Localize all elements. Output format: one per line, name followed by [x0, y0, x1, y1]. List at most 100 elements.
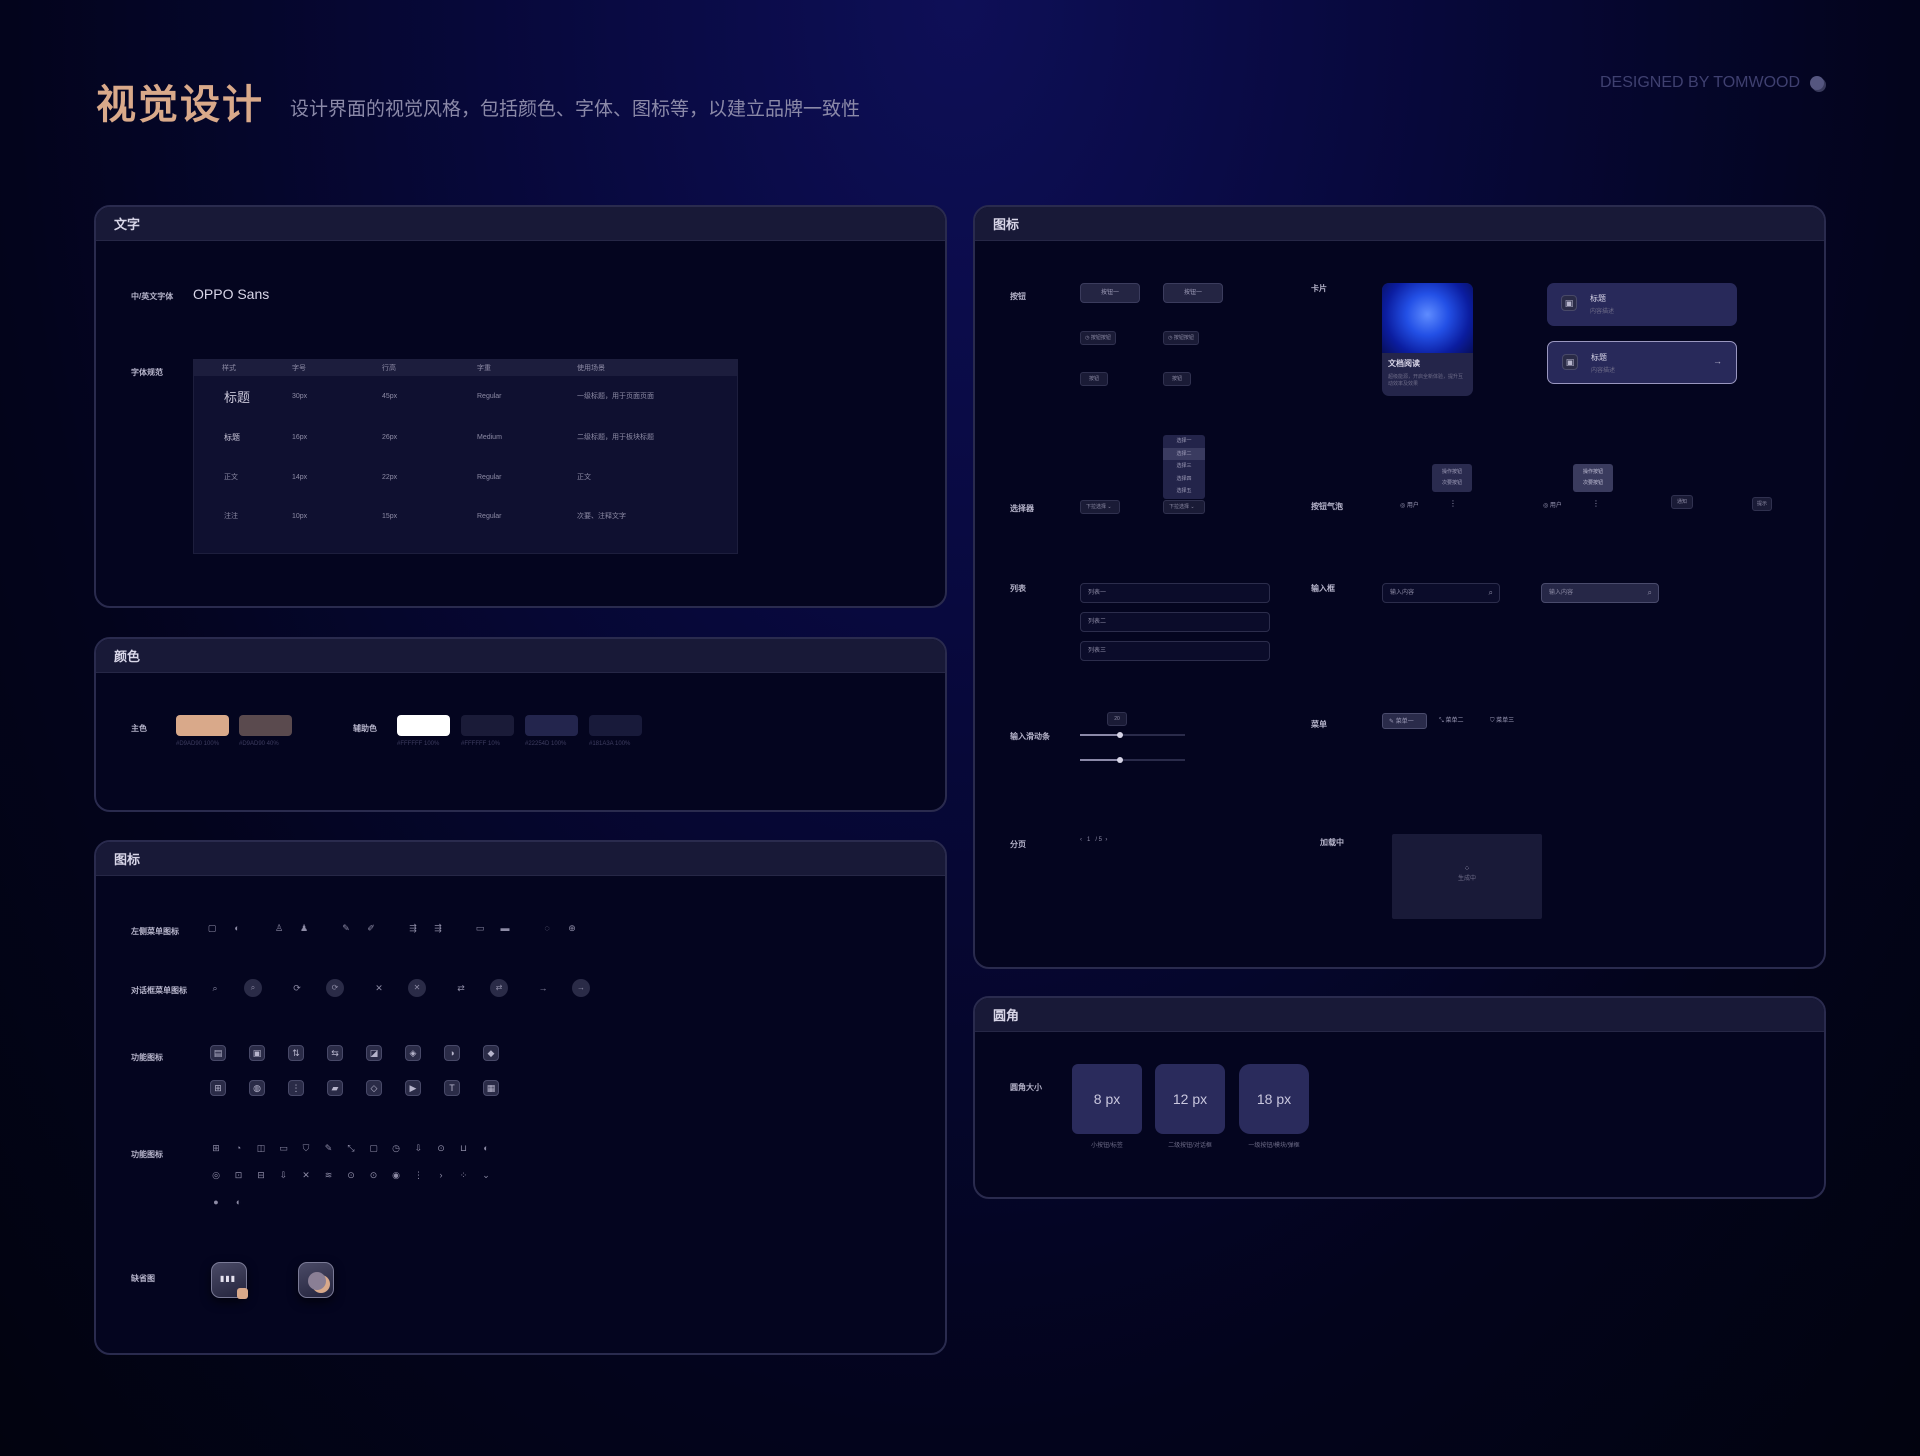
- small-icon[interactable]: ⛉: [300, 1142, 312, 1154]
- popover-item[interactable]: 次要按钮: [1432, 475, 1472, 486]
- function-icon[interactable]: ◈: [405, 1045, 421, 1061]
- small-icon[interactable]: ✎: [323, 1142, 335, 1154]
- dialog-icon[interactable]: ⇄: [455, 982, 467, 994]
- function-icon[interactable]: ▦: [483, 1080, 499, 1096]
- small-icon[interactable]: ⊙: [345, 1169, 357, 1181]
- small-icon[interactable]: ◫: [255, 1142, 267, 1154]
- small-icon[interactable]: ◐: [233, 1196, 245, 1208]
- small-icon[interactable]: ◉: [390, 1169, 402, 1181]
- select-input-open[interactable]: 下拉选择 ⌄: [1163, 500, 1205, 514]
- function-icon[interactable]: T: [444, 1080, 460, 1096]
- icon-button[interactable]: ◷ 按钮按钮: [1080, 331, 1116, 345]
- function-icon[interactable]: ◍: [249, 1080, 265, 1096]
- list-item[interactable]: 列表一: [1080, 583, 1270, 603]
- tooltip-button-2[interactable]: 提示: [1752, 497, 1772, 511]
- select-option[interactable]: 选择一: [1163, 435, 1205, 448]
- small-icon[interactable]: ⋮: [413, 1169, 425, 1181]
- more-icon[interactable]: ⋮: [1449, 499, 1457, 508]
- popover-item[interactable]: 次要按钮: [1573, 475, 1613, 486]
- function-icon[interactable]: ▰: [327, 1080, 343, 1096]
- list-card[interactable]: ▣ 标题 内容描述: [1547, 283, 1737, 326]
- slider-track[interactable]: [1080, 732, 1185, 738]
- function-icon[interactable]: ◪: [366, 1045, 382, 1061]
- arrow-right-icon[interactable]: →: [1713, 356, 1722, 366]
- icon-button-hover[interactable]: ◷ 按钮按钮: [1163, 331, 1199, 345]
- left-menu-icon[interactable]: ✎: [340, 922, 352, 934]
- function-icon[interactable]: ⇅: [288, 1045, 304, 1061]
- small-icon[interactable]: ▢: [368, 1142, 380, 1154]
- user-popover-trigger-2[interactable]: ◎ 用户: [1543, 500, 1562, 509]
- small-icon[interactable]: ⊙: [435, 1142, 447, 1154]
- left-menu-icon[interactable]: ⊕: [566, 922, 578, 934]
- small-icon[interactable]: ◔: [233, 1142, 245, 1154]
- left-menu-icon[interactable]: ◐: [231, 922, 243, 934]
- small-button-hover[interactable]: 按钮: [1163, 372, 1191, 386]
- small-icon[interactable]: ⇩: [278, 1169, 290, 1181]
- search-input[interactable]: 输入内容 ⌕: [1382, 583, 1500, 603]
- left-menu-icon[interactable]: ▭: [474, 922, 486, 934]
- select-option[interactable]: 选择二: [1163, 447, 1205, 460]
- left-menu-icon[interactable]: ▢: [206, 922, 218, 934]
- select-option[interactable]: 选择三: [1163, 460, 1205, 473]
- function-icon[interactable]: ▤: [210, 1045, 226, 1061]
- slider-track-2[interactable]: [1080, 757, 1185, 763]
- small-button[interactable]: 按钮: [1080, 372, 1108, 386]
- dialog-icon[interactable]: ⌕: [244, 979, 262, 997]
- select-option[interactable]: 选择四: [1163, 473, 1205, 486]
- article-card[interactable]: 文档阅读 超级能源，开启全新体验，提升互动效率及效果: [1382, 283, 1473, 396]
- small-icon[interactable]: ✕: [300, 1169, 312, 1181]
- small-icon[interactable]: ⊞: [210, 1142, 222, 1154]
- dialog-icon[interactable]: ⟳: [291, 982, 303, 994]
- small-icon[interactable]: ⤡: [345, 1142, 357, 1154]
- menu-item[interactable]: ⤡ 菜单二: [1433, 713, 1478, 729]
- small-icon[interactable]: ⇩: [413, 1142, 425, 1154]
- small-icon[interactable]: ◎: [210, 1169, 222, 1181]
- menu-item[interactable]: ⛉ 菜单三: [1484, 713, 1529, 729]
- primary-button-hover[interactable]: 按钮一: [1163, 283, 1223, 303]
- primary-button[interactable]: 按钮一: [1080, 283, 1140, 303]
- function-icon[interactable]: ⇆: [327, 1045, 343, 1061]
- small-icon[interactable]: ◷: [390, 1142, 402, 1154]
- left-menu-icon[interactable]: ♟: [298, 922, 310, 934]
- left-menu-icon[interactable]: ✐: [365, 922, 377, 934]
- function-icon[interactable]: ▶: [405, 1080, 421, 1096]
- small-icon[interactable]: ⌄: [480, 1169, 492, 1181]
- more-icon[interactable]: ⋮: [1592, 499, 1600, 508]
- small-icon[interactable]: ≋: [323, 1169, 335, 1181]
- function-icon[interactable]: ⊞: [210, 1080, 226, 1096]
- select-option[interactable]: 选择五: [1163, 485, 1205, 498]
- small-icon[interactable]: ●: [210, 1196, 222, 1208]
- list-card-selected[interactable]: ▣ 标题 内容描述 →: [1547, 341, 1737, 384]
- dialog-icon[interactable]: ⇄: [490, 979, 508, 997]
- dialog-icon[interactable]: →: [537, 982, 549, 994]
- select-input[interactable]: 下拉选择 ⌄: [1080, 500, 1120, 514]
- small-icon[interactable]: ⁘: [458, 1169, 470, 1181]
- slider-thumb[interactable]: [1117, 732, 1123, 738]
- list-item[interactable]: 列表三: [1080, 641, 1270, 661]
- dialog-icon[interactable]: ⟳: [326, 979, 344, 997]
- left-menu-icon[interactable]: ◌: [541, 922, 553, 934]
- popover-item[interactable]: 操作按钮: [1432, 464, 1472, 475]
- pagination[interactable]: ‹ 1 / 5 ›: [1080, 837, 1107, 843]
- left-menu-icon[interactable]: ⇶: [432, 922, 444, 934]
- function-icon[interactable]: ◇: [366, 1080, 382, 1096]
- left-menu-icon[interactable]: ♙: [273, 922, 285, 934]
- function-icon[interactable]: ⋮: [288, 1080, 304, 1096]
- function-icon[interactable]: ◑: [444, 1045, 460, 1061]
- dialog-icon[interactable]: →: [572, 979, 590, 997]
- small-icon[interactable]: ⊙: [368, 1169, 380, 1181]
- dialog-icon[interactable]: ✕: [373, 982, 385, 994]
- list-item[interactable]: 列表二: [1080, 612, 1270, 632]
- function-icon[interactable]: ▣: [249, 1045, 265, 1061]
- small-icon[interactable]: ▭: [278, 1142, 290, 1154]
- dialog-icon[interactable]: ⌕: [209, 982, 221, 994]
- slider-thumb[interactable]: [1117, 757, 1123, 763]
- tooltip-button[interactable]: 通知: [1671, 495, 1693, 509]
- popover-item[interactable]: 操作按钮: [1573, 464, 1613, 475]
- search-input-focused[interactable]: 输入内容 ⌕: [1541, 583, 1659, 603]
- small-icon[interactable]: ⊔: [458, 1142, 470, 1154]
- menu-item-active[interactable]: ✎ 菜单一: [1382, 713, 1427, 729]
- small-icon[interactable]: ⊡: [233, 1169, 245, 1181]
- user-popover-trigger[interactable]: ◎ 用户: [1400, 500, 1419, 509]
- dialog-icon[interactable]: ✕: [408, 979, 426, 997]
